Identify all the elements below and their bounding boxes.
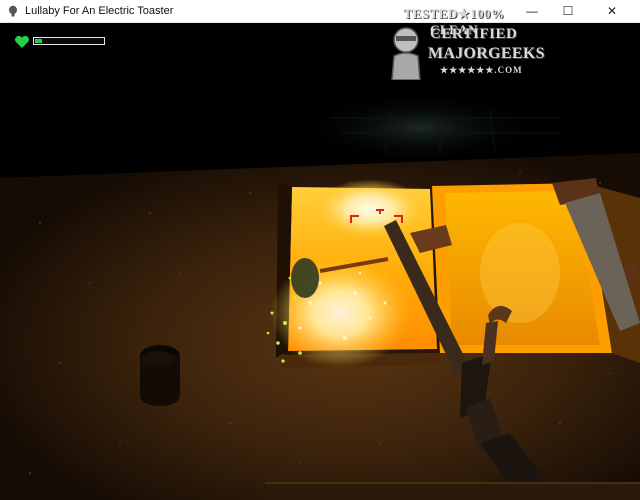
maximize-button[interactable]: ☐ — [550, 0, 586, 22]
game-viewport[interactable] — [0, 23, 640, 500]
health-bar — [33, 37, 105, 45]
majorgeeks-badge: TESTED★100% CLEAN CERTIFIED MAJORGEEKS ★… — [384, 4, 544, 86]
window-title: Lullaby For An Electric Toaster — [25, 5, 174, 17]
badge-certified-text: CERTIFIED — [430, 26, 518, 42]
game-window: Lullaby For An Electric Toaster — ☐ ✕ TE… — [0, 0, 640, 500]
game-scene — [0, 23, 640, 500]
close-button[interactable]: ✕ — [594, 0, 630, 22]
health-bar-fill — [35, 39, 42, 43]
badge-brand-text: MAJORGEEKS — [428, 45, 545, 62]
app-icon — [9, 5, 17, 17]
heart-icon — [15, 35, 29, 48]
title-bar[interactable]: Lullaby For An Electric Toaster — ☐ ✕ — [0, 0, 640, 23]
badge-stars-text: ★★★★★★.COM — [440, 65, 523, 75]
